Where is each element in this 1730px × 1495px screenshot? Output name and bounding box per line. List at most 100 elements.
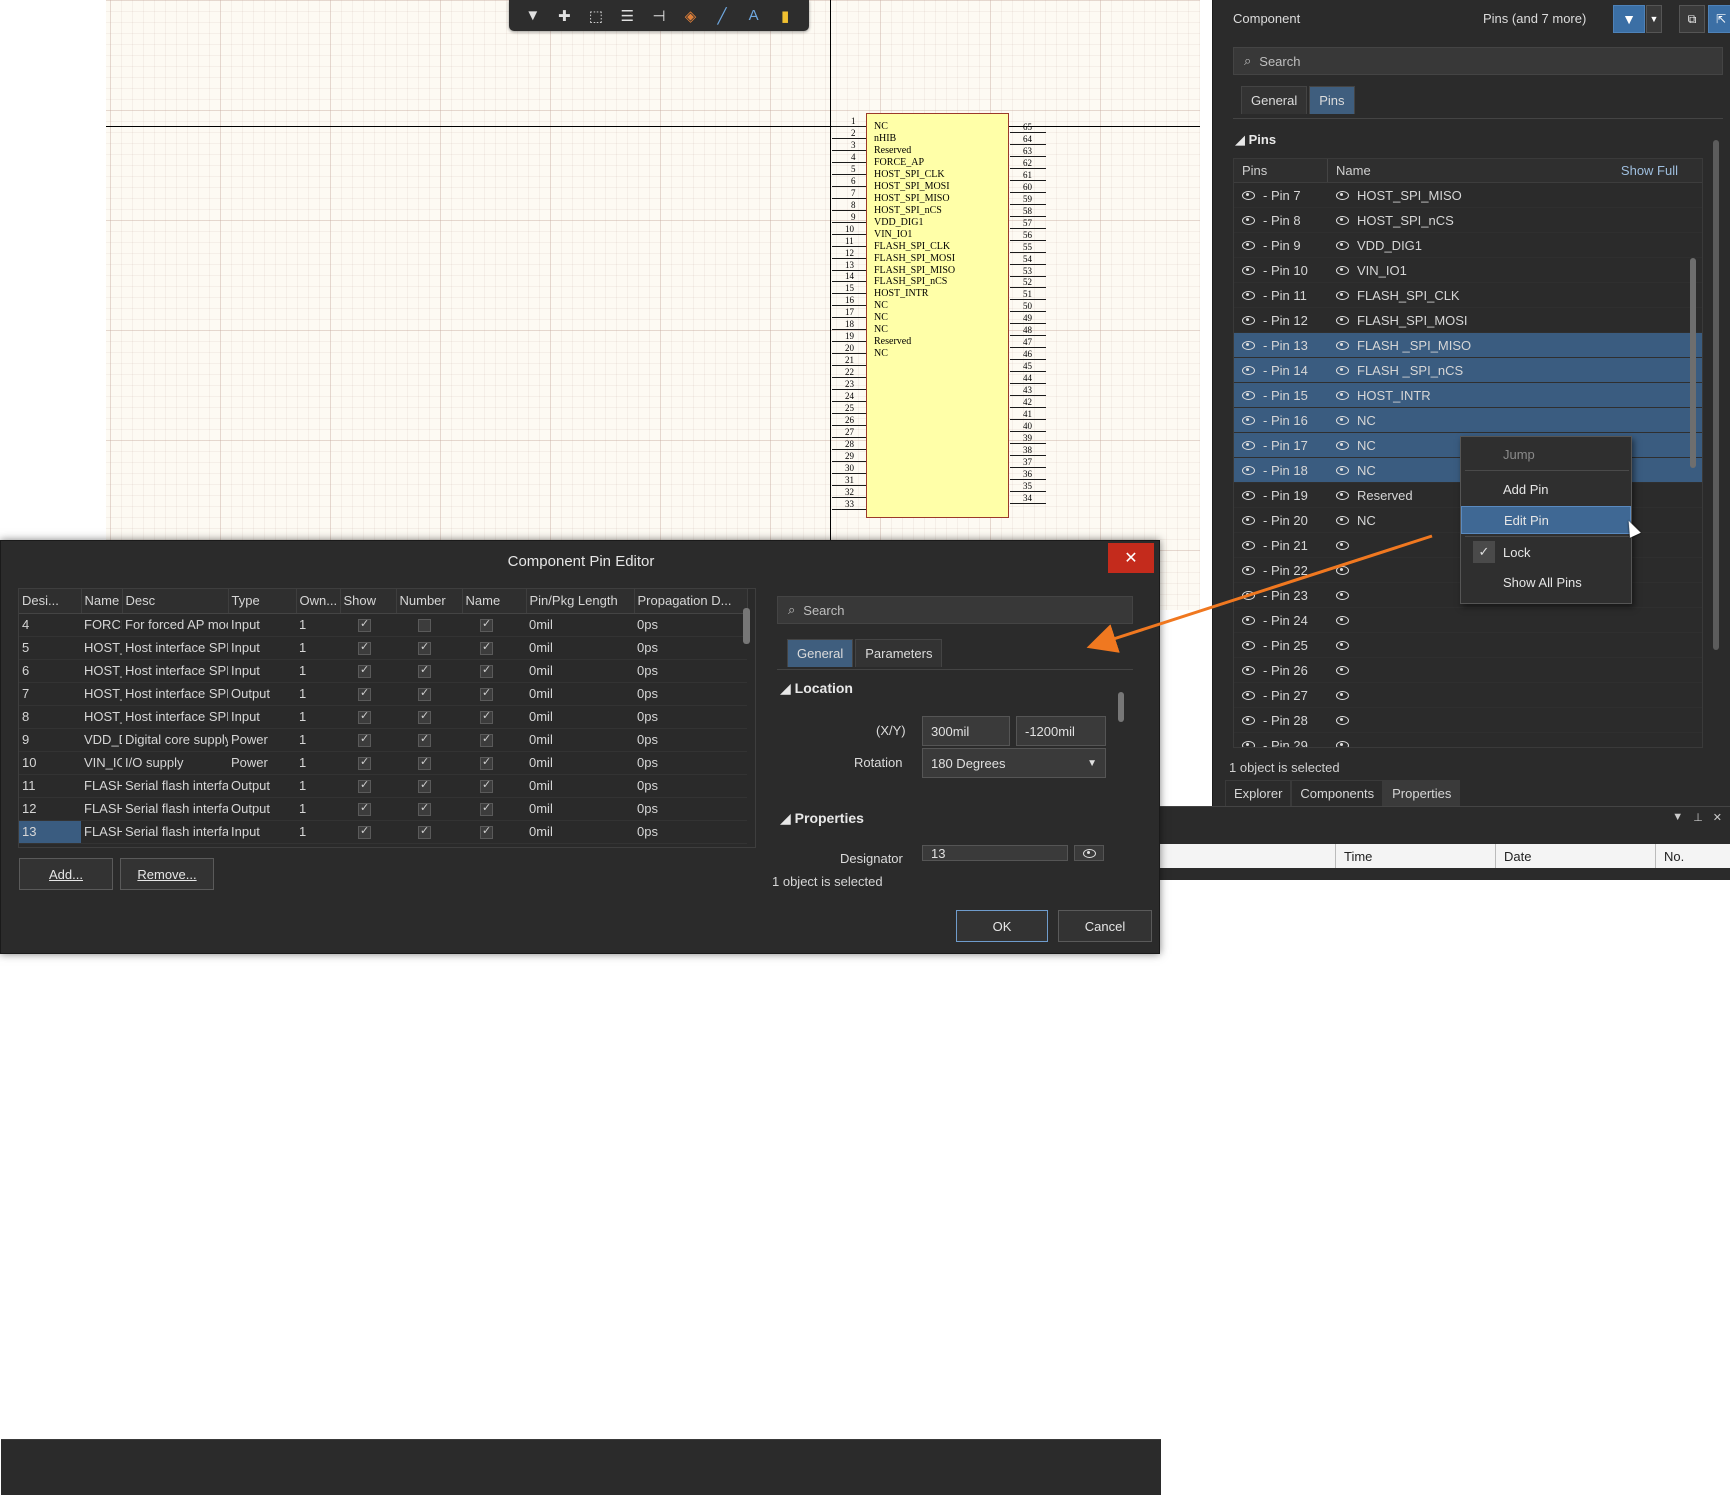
checkbox[interactable]: [418, 686, 431, 702]
eye-icon[interactable]: [1336, 540, 1349, 550]
checkbox[interactable]: [418, 619, 431, 633]
close-button[interactable]: ✕: [1108, 543, 1154, 573]
pin-row[interactable]: - Pin 15 HOST_INTR: [1234, 383, 1702, 408]
eye-icon[interactable]: [1242, 440, 1255, 450]
checkbox[interactable]: [418, 755, 431, 771]
panel-scrollbar[interactable]: [1713, 140, 1719, 650]
checkbox[interactable]: [418, 663, 431, 679]
cross-icon[interactable]: ✚: [552, 4, 576, 28]
properties-section-header[interactable]: ◢ Properties: [780, 810, 864, 827]
eye-icon[interactable]: [1242, 215, 1255, 225]
column-header[interactable]: Desi...: [19, 589, 82, 614]
add-pin-button[interactable]: Add...: [19, 858, 113, 890]
y-field[interactable]: -1200mil: [1016, 716, 1106, 746]
column-header[interactable]: Own...: [296, 589, 341, 614]
select-box-icon[interactable]: ⬚: [584, 4, 608, 28]
tab-properties[interactable]: Properties: [1383, 780, 1461, 807]
checkbox[interactable]: [480, 824, 493, 840]
table-row[interactable]: 11FLASHSerial flash interfaceOutput1 0mil…: [19, 774, 747, 798]
eye-icon[interactable]: [1242, 740, 1255, 747]
checkbox[interactable]: [480, 755, 493, 771]
menu-item-add-pin[interactable]: Add Pin: [1461, 475, 1631, 503]
eye-icon[interactable]: [1242, 715, 1255, 725]
dialog-properties-scrollbar[interactable]: [1118, 692, 1124, 722]
checkbox[interactable]: [418, 801, 431, 817]
eye-icon[interactable]: [1242, 340, 1255, 350]
pin-row[interactable]: - Pin 9 VDD_DIG1: [1234, 233, 1702, 258]
pin-row[interactable]: - Pin 28: [1234, 708, 1702, 733]
table-row[interactable]: 8HOST_Host interface SPIInput1 0mil0ps: [19, 705, 747, 729]
eye-icon[interactable]: [1242, 415, 1255, 425]
column-header[interactable]: Desc: [122, 589, 229, 614]
column-header[interactable]: Propagation D...: [634, 589, 748, 614]
line-icon[interactable]: ╱: [710, 4, 734, 28]
designator-field[interactable]: 13: [922, 845, 1068, 861]
checkbox[interactable]: [358, 617, 371, 633]
name-column-header[interactable]: Name: [1328, 163, 1621, 178]
checkbox[interactable]: [358, 801, 371, 817]
eye-icon[interactable]: [1336, 265, 1349, 275]
pin-row[interactable]: - Pin 10 VIN_IO1: [1234, 258, 1702, 283]
eye-icon[interactable]: [1242, 665, 1255, 675]
checkbox[interactable]: [480, 686, 493, 702]
close-icon[interactable]: ✕: [1713, 811, 1722, 824]
pin-row[interactable]: - Pin 13 FLASH _SPI_MISO: [1234, 333, 1702, 358]
checkbox[interactable]: [358, 778, 371, 794]
dialog-search-input[interactable]: ⌕ Search: [777, 596, 1133, 624]
pin-row[interactable]: - Pin 24: [1234, 608, 1702, 633]
table-row[interactable]: 12FLASHSerial flash interfaceOutput1 0mil…: [19, 797, 747, 821]
checkbox[interactable]: [480, 709, 493, 725]
checkbox[interactable]: [358, 640, 371, 656]
eye-icon[interactable]: [1242, 190, 1255, 200]
eye-icon[interactable]: [1336, 340, 1349, 350]
eye-icon[interactable]: [1242, 690, 1255, 700]
tab-parameters[interactable]: Parameters: [855, 639, 943, 667]
checkbox[interactable]: [480, 732, 493, 748]
checkbox[interactable]: [418, 709, 431, 725]
pin-row[interactable]: - Pin 27: [1234, 683, 1702, 708]
show-full-link[interactable]: Show Full: [1621, 163, 1702, 178]
checkbox[interactable]: [480, 640, 493, 656]
checkbox[interactable]: [418, 732, 431, 748]
pin-icon[interactable]: ⊣: [647, 4, 671, 28]
eye-icon[interactable]: [1242, 565, 1255, 575]
pin-row[interactable]: - Pin 26: [1234, 658, 1702, 683]
checkbox[interactable]: [358, 686, 371, 702]
eye-icon[interactable]: [1336, 515, 1349, 525]
column-header[interactable]: Type: [228, 589, 297, 614]
eye-icon[interactable]: [1242, 365, 1255, 375]
eye-icon[interactable]: [1336, 315, 1349, 325]
x-field[interactable]: 300mil: [922, 716, 1010, 746]
pins-section-header[interactable]: ◢ Pins: [1235, 132, 1276, 148]
eye-icon[interactable]: [1242, 540, 1255, 550]
pin-row[interactable]: - Pin 8 HOST_SPI_nCS: [1234, 208, 1702, 233]
checkbox[interactable]: [418, 778, 431, 794]
table-row[interactable]: 10VIN_IOI/O supplyPower1 0mil0ps: [19, 751, 747, 775]
eye-icon[interactable]: [1242, 315, 1255, 325]
eye-icon[interactable]: [1336, 490, 1349, 500]
pin-row[interactable]: - Pin 7 HOST_SPI_MISO: [1234, 183, 1702, 208]
table-row[interactable]: 9VDD_DDigital core supplyPower1 0mil0ps: [19, 728, 747, 752]
column-header[interactable]: Name: [462, 589, 527, 614]
menu-item-edit-pin[interactable]: Edit Pin: [1461, 506, 1631, 534]
rotation-select[interactable]: 180 Degrees ▼: [922, 748, 1106, 778]
table-row[interactable]: 7HOST_Host interface SPIOutput1 0mil0ps: [19, 682, 747, 706]
pin-table-scrollbar[interactable]: [743, 608, 750, 644]
eye-icon[interactable]: [1336, 365, 1349, 375]
pin-row[interactable]: - Pin 12 FLASH_SPI_MOSI: [1234, 308, 1702, 333]
number-column[interactable]: No.: [1655, 844, 1730, 868]
eye-icon[interactable]: [1336, 590, 1349, 600]
column-header[interactable]: Number: [396, 589, 463, 614]
eye-icon[interactable]: [1336, 665, 1349, 675]
pin-row[interactable]: - Pin 14 FLASH _SPI_nCS: [1234, 358, 1702, 383]
eye-icon[interactable]: [1242, 590, 1255, 600]
menu-item-jump[interactable]: Jump: [1461, 440, 1631, 468]
panel-search-input[interactable]: ⌕ Search: [1233, 47, 1723, 75]
filter-dropdown-button[interactable]: ▼: [1646, 5, 1662, 33]
table-row[interactable]: 6HOST_Host interface SPIInput1 0mil0ps: [19, 659, 747, 683]
eye-icon[interactable]: [1242, 390, 1255, 400]
pins-column-header[interactable]: Pins: [1234, 159, 1328, 182]
pins-scrollbar[interactable]: [1690, 258, 1696, 468]
menu-item-lock[interactable]: Lock: [1461, 538, 1631, 566]
eye-icon[interactable]: [1336, 440, 1349, 450]
